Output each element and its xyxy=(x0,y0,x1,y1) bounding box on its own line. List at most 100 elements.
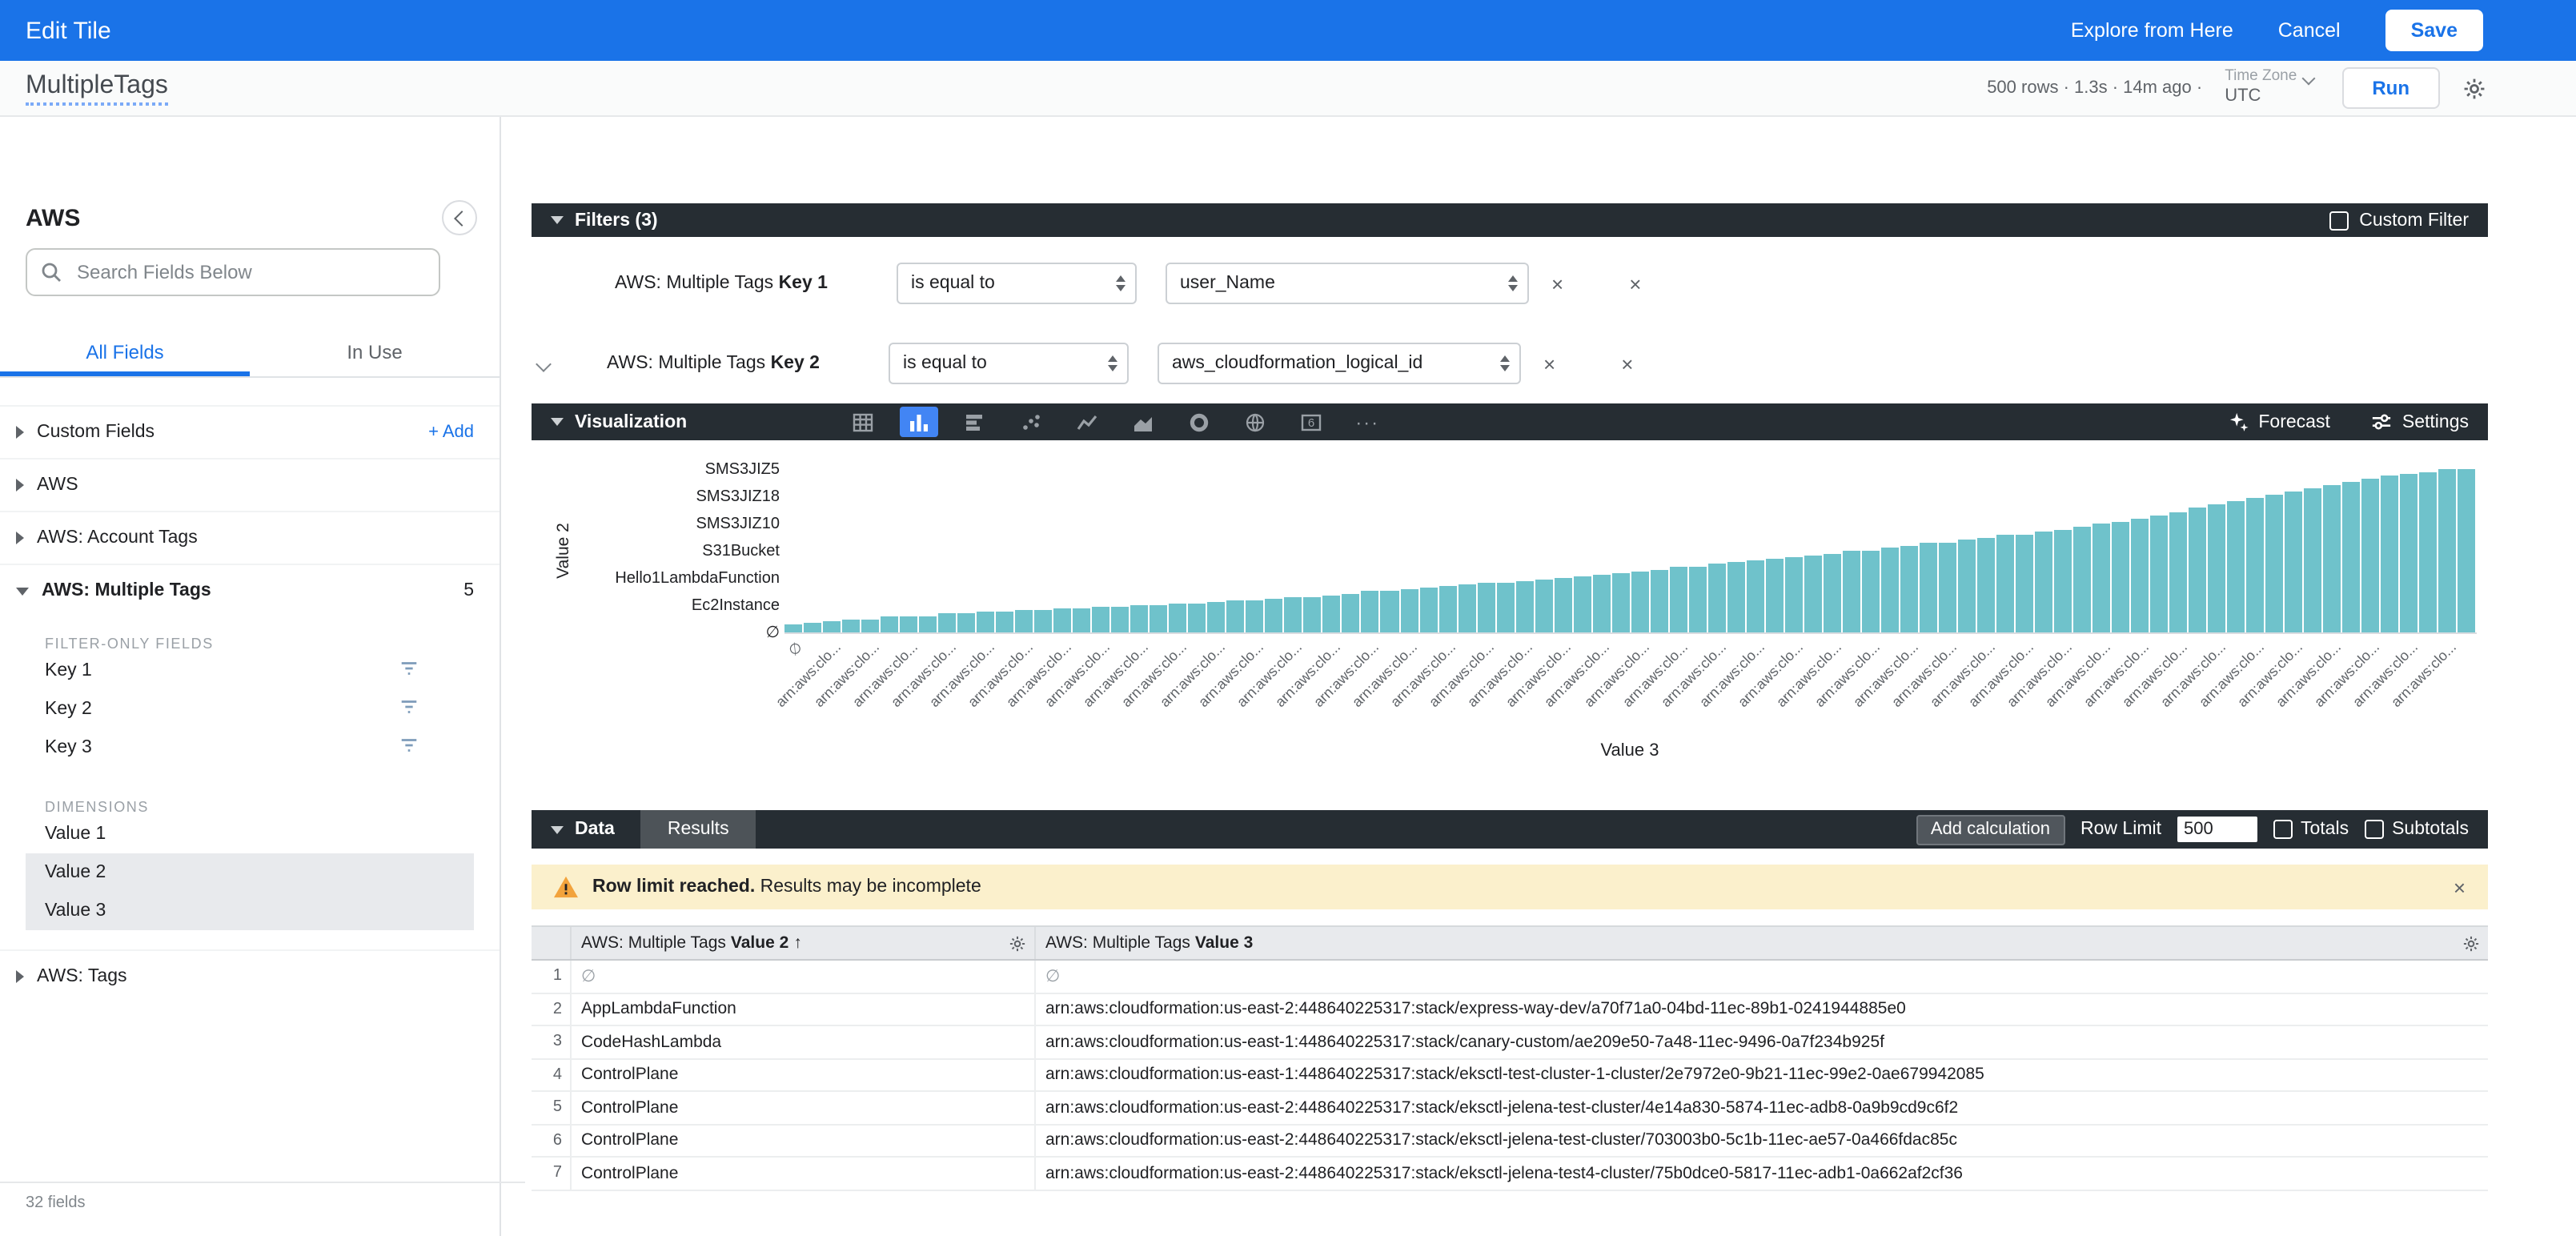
forecast-button[interactable]: Forecast xyxy=(2228,411,2330,432)
cell-value-3[interactable]: arn:aws:cloudformation:us-east-1:4486402… xyxy=(1034,1059,2488,1090)
chart-bar[interactable] xyxy=(1747,560,1764,632)
subtotals-checkbox[interactable] xyxy=(2365,820,2384,839)
filter-operator-select[interactable]: is equal to xyxy=(897,263,1137,304)
chart-bar[interactable] xyxy=(1920,543,1937,632)
chart-bar[interactable] xyxy=(1381,591,1398,632)
chart-bar[interactable] xyxy=(804,623,821,632)
viz-type-more-icon[interactable]: ··· xyxy=(1348,407,1386,437)
viz-type-scatter-icon[interactable] xyxy=(1012,407,1050,437)
chart-bar[interactable] xyxy=(1958,540,1976,632)
field-key-1[interactable]: Key 1 xyxy=(0,652,500,690)
field-value-3[interactable]: Value 3 xyxy=(26,892,474,930)
chart-bar[interactable] xyxy=(1592,575,1610,632)
timezone-dropdown[interactable]: Time Zone UTC xyxy=(2225,69,2313,106)
chart-bar[interactable] xyxy=(823,621,841,632)
run-button[interactable]: Run xyxy=(2341,67,2440,109)
chart-bar[interactable] xyxy=(1053,608,1071,632)
chart-bar[interactable] xyxy=(1650,570,1667,632)
chart-bar[interactable] xyxy=(1996,535,2014,632)
filters-section-header[interactable]: Filters (3) Custom Filter xyxy=(532,203,2488,237)
scroll-more-filters-icon[interactable] xyxy=(536,355,552,371)
chart-bar[interactable] xyxy=(1093,607,1110,632)
cell-value-2[interactable]: CodeHashLambda xyxy=(570,1026,1034,1057)
sidebar-item-aws-multiple-tags[interactable]: AWS: Multiple Tags 5 xyxy=(0,564,500,616)
viz-type-column-icon[interactable] xyxy=(900,407,938,437)
explore-from-here-link[interactable]: Explore from Here xyxy=(2071,19,2233,42)
cell-value-2[interactable]: ∅ xyxy=(570,961,1034,992)
cell-value-2[interactable]: ControlPlane xyxy=(570,1125,1034,1156)
chart-bar[interactable] xyxy=(1189,604,1206,632)
chart-bar[interactable] xyxy=(1477,583,1495,632)
search-input[interactable] xyxy=(74,259,426,285)
field-key-3[interactable]: Key 3 xyxy=(0,728,500,767)
chart-bar[interactable] xyxy=(1766,559,1784,632)
chart-bar[interactable] xyxy=(1785,557,1803,632)
chart-bar[interactable] xyxy=(2362,479,2380,632)
field-value-2[interactable]: Value 2 xyxy=(26,853,474,892)
chart-bar[interactable] xyxy=(1631,572,1648,632)
cell-value-2[interactable]: ControlPlane xyxy=(570,1059,1034,1090)
chart-bar[interactable] xyxy=(2131,519,2149,632)
viz-type-map-icon[interactable] xyxy=(1236,407,1274,437)
chart-bar[interactable] xyxy=(1246,600,1264,632)
chart-bar[interactable] xyxy=(2265,495,2283,632)
chart-bar[interactable] xyxy=(1073,608,1090,632)
query-settings-gear-icon[interactable] xyxy=(2462,76,2486,100)
chart-bar[interactable] xyxy=(1362,591,1379,632)
cell-value-2[interactable]: ControlPlane xyxy=(570,1092,1034,1123)
chart-bar[interactable] xyxy=(2054,530,2072,632)
chart-bar[interactable] xyxy=(977,612,994,632)
chart-bar[interactable] xyxy=(2189,508,2206,632)
chart-bar[interactable] xyxy=(1977,538,1995,632)
chart-bar[interactable] xyxy=(2285,492,2302,632)
chart-bar[interactable] xyxy=(919,616,937,632)
field-key-2[interactable]: Key 2 xyxy=(0,690,500,728)
tab-results[interactable]: Results xyxy=(640,810,756,849)
data-section-header[interactable]: Data Results Add calculation Row Limit T… xyxy=(532,810,2488,849)
chart-bar[interactable] xyxy=(1034,610,1052,632)
cell-value-2[interactable]: ControlPlane xyxy=(570,1158,1034,1189)
chart-bar[interactable] xyxy=(2112,522,2129,632)
chart-bar[interactable] xyxy=(784,624,802,632)
chart-bar[interactable] xyxy=(2420,472,2438,632)
viz-type-single-value-icon[interactable]: 6 xyxy=(1292,407,1330,437)
column-header-value-3[interactable]: AWS: Multiple Tags Value 3 xyxy=(1034,927,2488,959)
chart-bar[interactable] xyxy=(2401,474,2418,632)
chart-bar[interactable] xyxy=(2016,535,2033,632)
chart-bar[interactable] xyxy=(957,613,975,632)
chart-bar[interactable] xyxy=(1323,596,1341,632)
chart-bar[interactable] xyxy=(1342,594,1360,632)
chart-bar[interactable] xyxy=(2381,476,2399,632)
chart-bar[interactable] xyxy=(1611,573,1629,632)
add-custom-field-button[interactable]: + Add xyxy=(428,423,474,442)
column-gear-icon[interactable] xyxy=(1009,934,1026,952)
chart-bar[interactable] xyxy=(1304,597,1322,632)
chart-bar[interactable] xyxy=(2035,532,2052,632)
chart-bar[interactable] xyxy=(1804,556,1822,632)
dismiss-banner-icon[interactable]: × xyxy=(2454,877,2466,897)
cell-value-3[interactable]: arn:aws:cloudformation:us-east-2:4486402… xyxy=(1034,1125,2488,1156)
chart-bar[interactable] xyxy=(1843,551,1860,632)
sidebar-item-custom-fields[interactable]: Custom Fields + Add xyxy=(0,405,500,458)
chart-bar[interactable] xyxy=(2304,488,2321,632)
sidebar-item-aws[interactable]: AWS xyxy=(0,458,500,511)
chart-bar[interactable] xyxy=(1727,562,1745,632)
sidebar-item-aws-account-tags[interactable]: AWS: Account Tags xyxy=(0,511,500,564)
chart-bar[interactable] xyxy=(1708,564,1726,632)
chart-bar[interactable] xyxy=(842,620,860,632)
field-search-box[interactable] xyxy=(26,248,440,296)
chart-bar[interactable] xyxy=(2458,469,2476,632)
column-gear-icon[interactable] xyxy=(2462,934,2480,952)
collapse-sidebar-button[interactable] xyxy=(442,200,477,235)
remove-filter-icon[interactable]: × xyxy=(1621,353,1633,374)
chart-bar[interactable] xyxy=(1227,600,1245,632)
chart-bar[interactable] xyxy=(2169,512,2187,632)
chart-bar[interactable] xyxy=(1170,604,1187,632)
chart-bar[interactable] xyxy=(2227,501,2245,632)
chart-bar[interactable] xyxy=(861,620,879,632)
clear-filter-value-icon[interactable]: × xyxy=(1551,273,1563,294)
viz-type-donut-icon[interactable] xyxy=(1180,407,1218,437)
custom-filter-checkbox[interactable] xyxy=(2329,211,2348,230)
chart-bar[interactable] xyxy=(996,612,1013,632)
sidebar-item-aws-tags[interactable]: AWS: Tags xyxy=(0,949,500,1002)
